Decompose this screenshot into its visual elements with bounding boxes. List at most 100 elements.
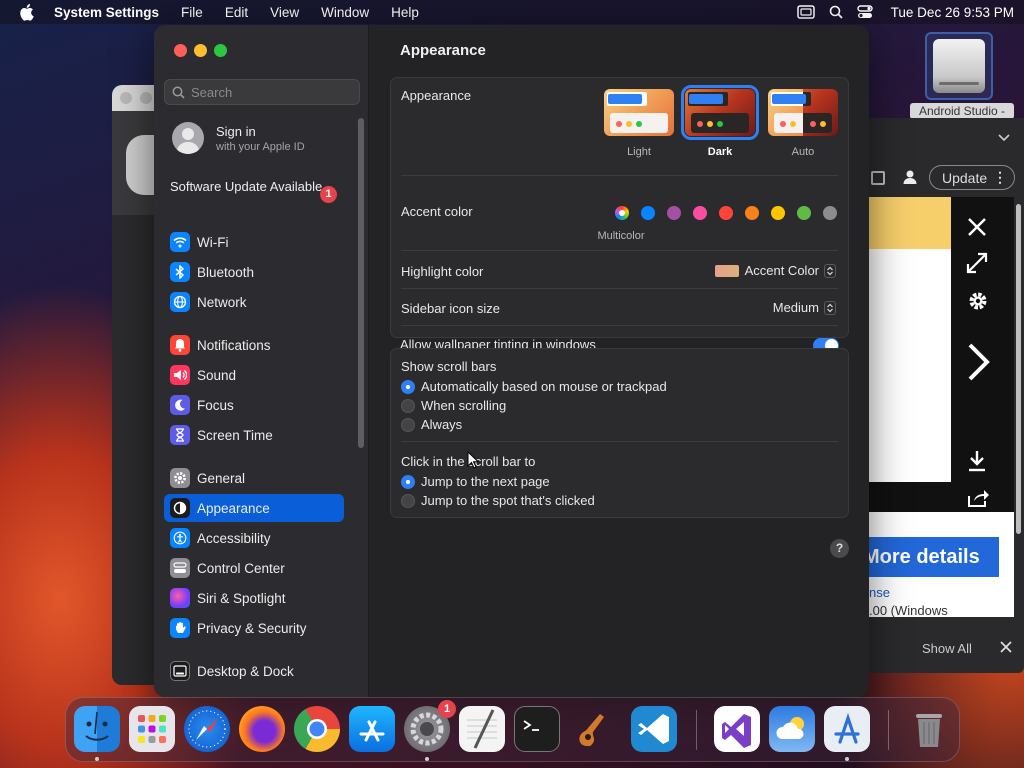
gear-icon[interactable]	[967, 290, 989, 312]
accent-swatch-multicolor[interactable]	[615, 206, 629, 220]
menu-clock[interactable]: Tue Dec 26 9:53 PM	[891, 5, 1014, 20]
accent-color-label: Accent color	[401, 204, 473, 219]
apple-logo-icon[interactable]	[18, 3, 34, 21]
accent-swatch-red[interactable]	[719, 206, 733, 220]
sidebar-scrollbar[interactable]	[358, 118, 364, 448]
search-input[interactable]	[191, 84, 351, 100]
screen-mirroring-icon[interactable]	[796, 5, 815, 19]
menu-file[interactable]: File	[181, 5, 203, 20]
share-icon[interactable]	[967, 488, 989, 508]
background-browser-window[interactable]: Update ⋮ More details nse .00 (Windows S…	[859, 118, 1024, 673]
sidebar-item-general[interactable]: General	[164, 464, 344, 492]
dock-separator	[696, 710, 697, 750]
sidebar-item-siri-spotlight[interactable]: Siri & Spotlight	[164, 584, 344, 612]
scroll-option-when-scrolling[interactable]: When scrolling	[401, 398, 506, 413]
sidebar-item-desktop-dock[interactable]: Desktop & Dock	[164, 657, 344, 685]
profile-icon[interactable]	[902, 169, 918, 185]
window-zoom-button[interactable]	[214, 44, 227, 57]
garageband-icon[interactable]	[569, 706, 615, 752]
sidebar-item-appearance[interactable]: Appearance	[164, 494, 344, 522]
spotlight-search-icon[interactable]	[829, 5, 843, 19]
sidebar-toggle-icon[interactable]	[871, 171, 885, 185]
sidebar-item-notifications[interactable]: Notifications	[164, 331, 344, 359]
sidebar-item-label: Notifications	[197, 337, 271, 353]
radio-unselected[interactable]	[401, 398, 415, 413]
weather-icon[interactable]	[769, 706, 815, 752]
menu-app-name[interactable]: System Settings	[54, 5, 159, 20]
theme-auto-option[interactable]	[768, 89, 838, 136]
sidebar-item-accessibility[interactable]: Accessibility	[164, 524, 344, 552]
sidebar-item-control-center[interactable]: Control Center	[164, 554, 344, 582]
sidebar-search[interactable]	[164, 79, 360, 105]
sidebar-item-privacy-security[interactable]: Privacy & Security	[164, 614, 344, 642]
finder-icon[interactable]	[74, 706, 120, 761]
xcode-instruments-icon[interactable]	[824, 706, 870, 761]
desktop-drive-icon[interactable]	[925, 32, 993, 100]
scroll-option-automatic[interactable]: Automatically based on mouse or trackpad	[401, 379, 667, 394]
chevron-right-icon[interactable]	[965, 342, 991, 382]
sidebar-item-network[interactable]: Network	[164, 288, 344, 316]
kebab-menu-icon[interactable]: ⋮	[993, 169, 1007, 186]
page-link[interactable]: nse	[869, 585, 890, 600]
radio-selected[interactable]	[401, 379, 415, 394]
scroll-option-always[interactable]: Always	[401, 417, 462, 432]
chevron-down-icon[interactable]	[998, 134, 1010, 142]
firefox-icon[interactable]	[239, 706, 285, 752]
sidebar-item-bluetooth[interactable]: Bluetooth	[164, 258, 344, 286]
menu-help[interactable]: Help	[391, 5, 419, 20]
drive-icon	[933, 39, 985, 93]
launchpad-icon[interactable]	[129, 706, 175, 752]
radio-unselected[interactable]	[401, 417, 415, 432]
control-center-icon[interactable]	[856, 5, 873, 19]
textedit-icon[interactable]	[459, 706, 505, 752]
accent-swatch-pink[interactable]	[693, 206, 707, 220]
safari-icon[interactable]	[184, 706, 230, 752]
radio-selected[interactable]	[401, 474, 415, 489]
software-update-item[interactable]: Software Update Available	[170, 179, 340, 195]
visual-studio-icon[interactable]	[714, 706, 760, 752]
terminal-icon[interactable]	[514, 706, 560, 752]
accent-swatch-orange[interactable]	[745, 206, 759, 220]
click-option-spot-clicked[interactable]: Jump to the spot that's clicked	[401, 493, 595, 508]
expand-icon[interactable]	[966, 252, 988, 274]
accent-swatch-graphite[interactable]	[823, 206, 837, 220]
sidebar-item-wifi[interactable]: Wi-Fi	[164, 228, 344, 256]
close-icon[interactable]	[1000, 641, 1012, 653]
page-banner	[869, 197, 951, 249]
radio-unselected[interactable]	[401, 493, 415, 508]
window-minimize-button[interactable]	[194, 44, 207, 57]
menu-window[interactable]: Window	[321, 5, 369, 20]
click-option-next-page[interactable]: Jump to the next page	[401, 474, 550, 489]
sidebar-item-label: Privacy & Security	[197, 620, 307, 636]
sidebar-item-sound[interactable]: Sound	[164, 361, 344, 389]
window-close-inactive-icon	[120, 92, 132, 104]
trash-icon[interactable]	[906, 706, 952, 752]
app-store-icon[interactable]	[349, 706, 395, 752]
siri-icon	[170, 588, 190, 608]
menu-edit[interactable]: Edit	[225, 5, 248, 20]
download-icon[interactable]	[967, 450, 987, 472]
accent-swatch-purple[interactable]	[667, 206, 681, 220]
sidebar-item-focus[interactable]: Focus	[164, 391, 344, 419]
theme-light-option[interactable]	[604, 89, 674, 136]
accent-swatch-blue[interactable]	[641, 206, 655, 220]
accent-swatch-yellow[interactable]	[771, 206, 785, 220]
highlight-color-popup[interactable]: Accent Color	[714, 263, 836, 278]
sign-in-subtitle: with your Apple ID	[216, 140, 305, 153]
show-all-link[interactable]: Show All	[922, 641, 972, 656]
window-close-button[interactable]	[174, 44, 187, 57]
theme-dark-option[interactable]	[681, 85, 759, 140]
more-details-button[interactable]: More details	[859, 537, 999, 577]
system-settings-icon[interactable]: 1	[404, 700, 456, 761]
sign-in-apple-id[interactable]: Sign in with your Apple ID	[172, 122, 305, 154]
browser-update-button[interactable]: Update ⋮	[929, 165, 1015, 190]
accent-swatch-green[interactable]	[797, 206, 811, 220]
sidebar-icon-size-popup[interactable]: Medium	[773, 300, 836, 315]
browser-scrollbar[interactable]	[1016, 204, 1021, 534]
menu-view[interactable]: View	[270, 5, 299, 20]
sidebar-item-screen-time[interactable]: Screen Time	[164, 421, 344, 449]
close-icon[interactable]	[966, 216, 988, 238]
help-button[interactable]: ?	[830, 539, 849, 558]
chrome-icon[interactable]	[294, 706, 340, 752]
vscode-icon[interactable]	[631, 706, 677, 752]
